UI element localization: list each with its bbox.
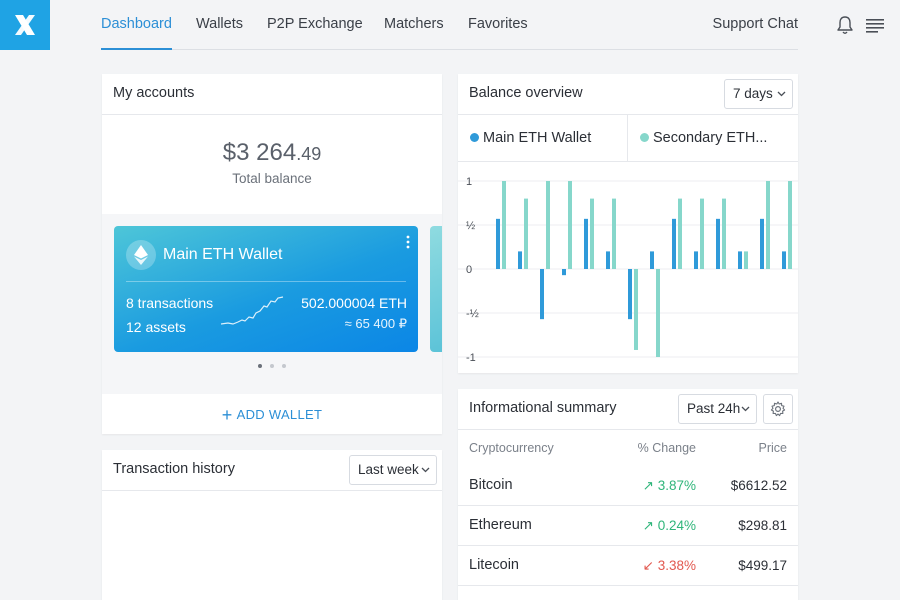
- y-tick-label: 0: [466, 264, 472, 276]
- coin-change: ↗ 3.87%: [642, 478, 696, 493]
- coin-change: ↙ 3.38%: [642, 558, 696, 573]
- coin-name: Bitcoin: [469, 477, 513, 493]
- coin-name: Ethereum: [469, 517, 532, 533]
- chart-bar[interactable]: [524, 198, 528, 269]
- chart-bar[interactable]: [634, 269, 638, 350]
- chart-bar[interactable]: [584, 218, 588, 269]
- col-header-change[interactable]: % Change: [638, 441, 696, 455]
- coin-price: $298.81: [738, 518, 787, 533]
- col-header-cryptocurrency[interactable]: Cryptocurrency: [469, 441, 554, 455]
- gear-icon: [770, 401, 786, 417]
- y-tick-label: -½: [466, 308, 479, 320]
- chart-bar[interactable]: [760, 218, 764, 269]
- y-tick-label: -1: [466, 352, 476, 364]
- chart-bar[interactable]: [562, 269, 566, 276]
- chart-bar[interactable]: [496, 218, 500, 269]
- chart-bar[interactable]: [700, 198, 704, 269]
- chart-bar[interactable]: [540, 269, 544, 320]
- chart-bar[interactable]: [590, 198, 594, 269]
- table-row[interactable]: Bitcoin ↗ 3.87% $6612.52: [458, 466, 798, 506]
- coin-change: ↗ 0.24%: [642, 518, 696, 533]
- chart-bar[interactable]: [650, 251, 654, 269]
- chart-bar[interactable]: [722, 198, 726, 269]
- coin-price: $6612.52: [730, 478, 787, 493]
- chart-bar[interactable]: [694, 251, 698, 269]
- chevron-down-icon: [741, 406, 750, 412]
- y-tick-label: 1: [466, 176, 472, 188]
- y-tick-label: ½: [466, 220, 475, 232]
- chart-bar[interactable]: [628, 269, 632, 320]
- chart-bar[interactable]: [782, 251, 786, 269]
- summary-period-select[interactable]: Past 24h: [678, 394, 757, 424]
- chart-bar[interactable]: [518, 251, 522, 269]
- chart-bar[interactable]: [656, 269, 660, 357]
- col-header-price[interactable]: Price: [759, 441, 787, 455]
- chart-bar[interactable]: [678, 198, 682, 269]
- chart-bar[interactable]: [568, 181, 572, 269]
- chart-bar[interactable]: [612, 198, 616, 269]
- chart-bar[interactable]: [546, 181, 550, 269]
- chart-bar[interactable]: [744, 251, 748, 269]
- chart-bar[interactable]: [672, 218, 676, 269]
- informational-summary-title: Informational summary: [469, 400, 617, 416]
- summary-settings-button[interactable]: [763, 394, 793, 424]
- table-row[interactable]: Litecoin ↙ 3.38% $499.17: [458, 546, 798, 586]
- divider: [458, 429, 798, 430]
- table-row[interactable]: Ethereum ↗ 0.24% $298.81: [458, 506, 798, 546]
- coin-name: Litecoin: [469, 557, 519, 573]
- chart-bar[interactable]: [788, 181, 792, 269]
- chart-bar[interactable]: [716, 218, 720, 269]
- chart-bar[interactable]: [738, 251, 742, 269]
- chart-bar[interactable]: [766, 181, 770, 269]
- coin-price: $499.17: [738, 558, 787, 573]
- chart-bar[interactable]: [606, 251, 610, 269]
- summary-period-value: Past 24h: [687, 401, 741, 416]
- chart-bar[interactable]: [502, 181, 506, 269]
